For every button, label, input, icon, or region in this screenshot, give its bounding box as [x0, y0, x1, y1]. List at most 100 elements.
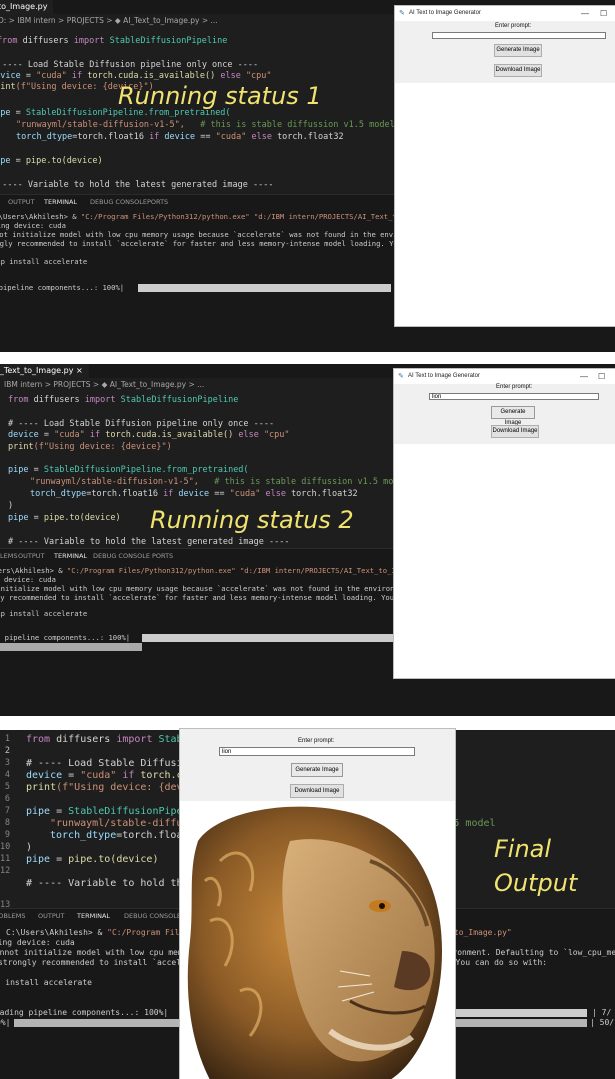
- code-line-dtype: torch_dtype=torch.float16 if device == "…: [16, 132, 344, 142]
- terminal-progress-count: | 50/: [590, 1018, 615, 1027]
- variable: device: [26, 770, 63, 781]
- final-output-caption: Final Output: [494, 832, 577, 900]
- keyword: if: [163, 489, 179, 499]
- operator: =: [28, 465, 44, 475]
- prompt-input[interactable]: lion: [429, 393, 599, 400]
- variable: torch_dtype: [50, 830, 117, 841]
- string: "runwayml/stable-diffusion-v1-5",: [30, 477, 199, 487]
- screenshot-running-status-2: AI_Text_to_Image.py × IBM intern > PROJE…: [0, 364, 615, 716]
- generate-image-button[interactable]: Generate Image: [494, 44, 542, 57]
- minimize-button[interactable]: —: [580, 369, 588, 384]
- image-canvas: [394, 444, 615, 678]
- string: "cpu": [263, 430, 290, 440]
- feather-icon: ✎: [398, 373, 404, 380]
- terminal-progress-label: Loading pipeline components...: 100%|: [0, 283, 125, 292]
- generate-image-button[interactable]: Generate Image: [491, 406, 535, 426]
- terminal-command: C:\Users\Akhilesh> & "C:/Program Files/P…: [0, 212, 444, 221]
- progress-bar: [138, 284, 391, 292]
- terminal-command: C:\Users\Akhilesh> & "C:/Program Files/P…: [0, 566, 430, 575]
- terminal-line: pip install accelerate: [0, 978, 92, 987]
- tab-problems[interactable]: PROBLEMS: [0, 549, 17, 563]
- keyword: from: [26, 734, 51, 745]
- app-window: ✎ AI Text to Image Generator — ☐ Enter p…: [394, 5, 615, 327]
- operator: =: [10, 108, 26, 118]
- terminal-progress-label: Loading pipeline components...: 100%|: [0, 1008, 169, 1017]
- maximize-button[interactable]: ☐: [598, 369, 605, 384]
- terminal-line: Using device: cuda: [0, 938, 75, 947]
- class-name: StableDiffusionPipeline: [120, 395, 239, 405]
- editor-tab[interactable]: AI_Text_to_Image.py ×: [0, 364, 89, 378]
- code-line-print: print(f"Using device: {device}"): [8, 442, 172, 452]
- maximize-button[interactable]: ☐: [600, 6, 607, 21]
- line-number: 3: [4, 758, 10, 768]
- module-name: diffusers: [56, 734, 111, 745]
- variable: pipe: [0, 108, 11, 118]
- tab-ports[interactable]: PORTS: [152, 549, 173, 563]
- keyword: else: [233, 430, 264, 440]
- prompt-label: Enter prompt:: [298, 738, 335, 744]
- line-number: 6: [4, 794, 10, 804]
- download-image-button[interactable]: Download Image: [494, 64, 542, 77]
- variable: device: [0, 71, 21, 81]
- tab-output[interactable]: OUTPUT: [8, 195, 35, 209]
- window-body: Enter prompt: lion Generate Image Downlo…: [180, 729, 455, 1079]
- call: torch.cuda.is_available(): [87, 71, 216, 81]
- variable: pipe: [26, 806, 51, 817]
- caption-line: Output: [494, 869, 578, 897]
- line-number: 7: [4, 806, 10, 816]
- tab-debug-console[interactable]: DEBUG CONSOLE: [90, 195, 147, 209]
- line-number: 5: [4, 782, 10, 792]
- line-number: 11: [0, 854, 11, 864]
- terminal-prompt: C:\Users\Akhilesh> &: [0, 566, 63, 575]
- window-titlebar[interactable]: ✎ AI Text to Image Generator — ☐: [395, 6, 615, 21]
- tab-debug-console[interactable]: DEBUG CONSOLE: [124, 909, 181, 923]
- tab-problems[interactable]: PROBLEMS: [0, 909, 25, 923]
- terminal-command-args: "C:/Program Files/Python312/python.exe" …: [66, 566, 431, 575]
- variable: pipe: [0, 156, 11, 166]
- keyword: if: [149, 132, 165, 142]
- function: print: [8, 442, 34, 452]
- terminal-prompt: C:\Users\Akhilesh> &: [6, 928, 108, 937]
- generate-image-button[interactable]: Generate Image: [291, 763, 343, 777]
- tab-ports[interactable]: PORTS: [147, 195, 168, 209]
- keyword: else: [215, 71, 246, 81]
- operator: =: [62, 770, 81, 781]
- terminal-line: pip install accelerate: [0, 257, 88, 266]
- window-titlebar[interactable]: ✎ AI Text to Image Generator — ☐: [394, 369, 615, 384]
- keyword: import: [73, 36, 105, 46]
- value: =torch.float16: [72, 132, 150, 142]
- line-number: 12: [0, 866, 11, 876]
- tab-debug-console[interactable]: DEBUG CONSOLE: [93, 549, 150, 563]
- value: torch.float32: [291, 489, 358, 499]
- variable: device: [8, 430, 39, 440]
- operator: =: [38, 430, 55, 440]
- terminal-command-args: "C:/Program Files/Python312/python.exe" …: [80, 212, 445, 221]
- code-line-pipe: pipe = StableDiffusionPipeline.from_pret…: [8, 465, 249, 475]
- tab-output[interactable]: OUTPUT: [38, 909, 65, 923]
- tab-output[interactable]: OUTPUT: [18, 549, 45, 563]
- keyword: import: [84, 395, 116, 405]
- download-image-button[interactable]: Download Image: [491, 425, 539, 438]
- operator: =: [50, 854, 69, 865]
- separator: [0, 352, 615, 364]
- app-window: Enter prompt: lion Generate Image Downlo…: [179, 728, 456, 1079]
- prompt-input[interactable]: lion: [219, 747, 415, 756]
- minimize-button[interactable]: —: [581, 6, 589, 21]
- prompt-input[interactable]: [432, 32, 606, 39]
- variable: device: [178, 489, 210, 499]
- terminal-line: Using device: cuda: [3, 575, 56, 584]
- code-line-comment-load: # ---- Load Stable Diffusion pipeline on…: [0, 60, 259, 70]
- string: (f"Using device: {device}"): [33, 442, 172, 452]
- string: "runwayml/stable-diffusion-v1-5",: [16, 120, 185, 130]
- keyword: from: [0, 36, 18, 46]
- line-number: 10: [0, 842, 11, 852]
- keyword: from: [8, 395, 29, 405]
- line-number: 2: [4, 746, 10, 756]
- variable: pipe: [8, 465, 29, 475]
- code-line-device: device = "cuda" if torch.cuda.is_availab…: [0, 71, 272, 81]
- feather-icon: ✎: [399, 10, 405, 17]
- editor-tab[interactable]: AI_Text_to_Image.py: [0, 0, 54, 14]
- string: "cuda": [54, 430, 85, 440]
- comment: # this is stable diffussion v1.5 model: [200, 120, 395, 130]
- download-image-button[interactable]: Download Image: [290, 784, 344, 798]
